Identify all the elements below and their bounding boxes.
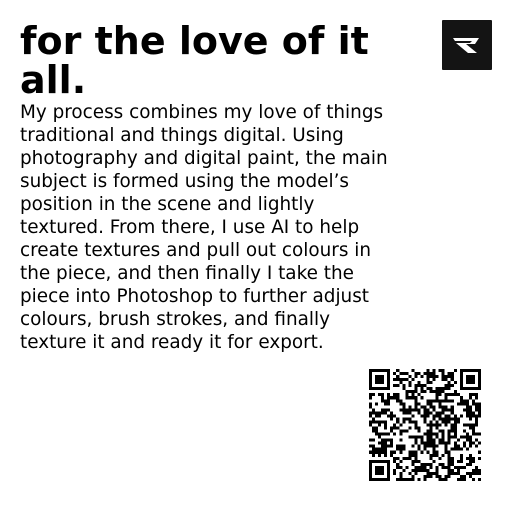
description-line: traditional and things digital. Using bbox=[20, 125, 344, 146]
page-title: for the love of it all. bbox=[20, 19, 369, 102]
description-line: create textures and pull out colours in bbox=[20, 240, 372, 261]
qr-code-icon[interactable] bbox=[369, 369, 481, 481]
brand-logo-icon[interactable] bbox=[442, 20, 492, 70]
description-line: subject is formed using the model’s bbox=[20, 171, 349, 192]
description-line: position in the scene and lightly bbox=[20, 194, 315, 215]
description-text: My process combines my love of things tr… bbox=[20, 101, 430, 354]
description-line: colours, brush strokes, and finally bbox=[20, 309, 331, 330]
description-line: photography and digital paint, the main bbox=[20, 148, 388, 169]
description-line: My process combines my love of things bbox=[20, 102, 384, 123]
description-line: texture it and ready it for export. bbox=[20, 332, 324, 353]
description-line: textured. From there, I use AI to help bbox=[20, 217, 360, 238]
description-line: the piece, and then finally I take the bbox=[20, 263, 354, 284]
description-line: piece into Photoshop to further adjust bbox=[20, 286, 369, 307]
artwork-card: for the love of it all. My process combi… bbox=[0, 0, 512, 512]
